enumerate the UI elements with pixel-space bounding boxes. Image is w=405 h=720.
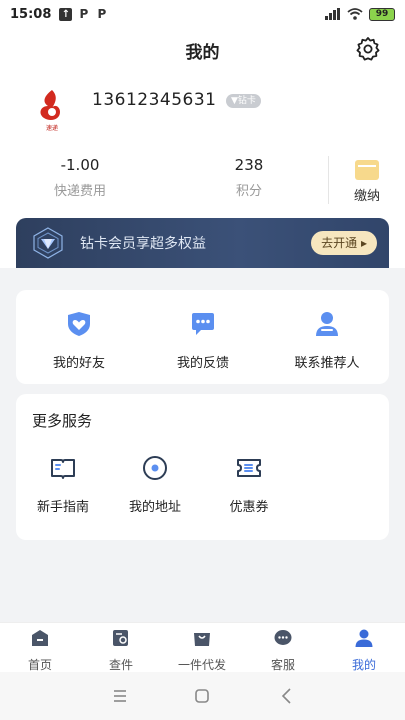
tab-service[interactable]: 客服 (251, 629, 315, 673)
heart-shield-icon (68, 312, 90, 336)
wifi-icon (347, 8, 363, 20)
parking-icon: P (97, 6, 107, 21)
vip-open-button[interactable]: 去开通 ▸ (311, 231, 377, 255)
contact-person-icon (316, 312, 338, 336)
vip-banner[interactable]: 钻卡会员享超多权益 去开通 ▸ (16, 218, 389, 268)
upload-icon: ↑ (59, 7, 73, 21)
coupon-item[interactable]: 优惠券 (194, 454, 304, 515)
vip-text: 钻卡会员享超多权益 (80, 236, 206, 252)
tab-mine-label: 我的 (351, 658, 376, 672)
signal-icon (325, 8, 340, 20)
fee-label: 快递费用 (53, 184, 106, 199)
diamond-icon (33, 227, 63, 259)
section-title: 更多服务 (32, 412, 93, 430)
my-feedback-item[interactable]: 我的反馈 (148, 310, 258, 371)
gear-icon[interactable] (355, 36, 381, 62)
quick-actions-card: 我的好友 我的反馈 联系推荐人 (16, 290, 389, 384)
menu-icon[interactable] (108, 686, 132, 706)
tab-service-label: 客服 (270, 658, 295, 672)
bag-icon (194, 633, 210, 646)
back-icon[interactable] (275, 686, 299, 706)
my-friends-item[interactable]: 我的好友 (24, 310, 134, 371)
tab-dropship[interactable]: 一件代发 (170, 629, 234, 673)
divider (328, 156, 329, 204)
points-label: 积分 (235, 184, 262, 199)
coupon-icon (237, 459, 261, 477)
contact-referrer-label: 联系推荐人 (294, 356, 360, 371)
wallet-icon (355, 160, 379, 180)
location-pin-icon (143, 456, 167, 480)
pay-label: 缴纳 (353, 189, 380, 204)
home-icon (32, 630, 48, 646)
status-time: 15:08 (10, 6, 52, 22)
fee-value: -1.00 (60, 156, 100, 174)
chat-bubble-icon (192, 313, 214, 335)
pay-button[interactable]: 缴纳 (342, 160, 392, 204)
coupon-label: 优惠券 (229, 500, 269, 515)
tab-home-label: 首页 (27, 658, 52, 672)
parking-icon: P (79, 6, 89, 21)
battery-indicator: 99 (369, 7, 395, 21)
phone-number: 13612345631 (92, 90, 217, 110)
system-nav-bar (0, 672, 405, 720)
tab-home[interactable]: 首页 (8, 629, 72, 673)
page-title: 我的 (185, 43, 220, 63)
search-package-icon (113, 630, 128, 646)
fee-stat[interactable]: -1.00 快递费用 (25, 156, 135, 199)
user-icon (355, 629, 373, 647)
my-friends-label: 我的好友 (52, 356, 105, 371)
more-services-card: 更多服务 新手指南 我的地址 优惠券 (16, 394, 389, 540)
stats-row: -1.00 快递费用 238 积分 缴纳 (0, 156, 405, 212)
points-stat[interactable]: 238 积分 (194, 156, 304, 199)
status-bar: 15:08 ↑ P P 99 (0, 0, 405, 28)
tab-track-label: 查件 (108, 658, 133, 672)
tab-track[interactable]: 查件 (89, 629, 153, 673)
guide-book-icon (51, 459, 75, 479)
points-value: 238 (234, 156, 264, 174)
company-logo: 速递 (34, 90, 70, 132)
tab-mine[interactable]: 我的 (332, 629, 396, 673)
tab-dropship-label: 一件代发 (177, 658, 226, 672)
svg-text:速递: 速递 (46, 124, 58, 132)
customer-service-icon (274, 630, 292, 645)
bottom-tab-bar: 首页 查件 一件代发 客服 我的 (0, 622, 405, 672)
member-badge: ▼钻卡 (226, 94, 261, 108)
my-feedback-label: 我的反馈 (176, 356, 229, 371)
home-square-icon[interactable] (190, 686, 214, 706)
contact-referrer-item[interactable]: 联系推荐人 (272, 310, 382, 371)
